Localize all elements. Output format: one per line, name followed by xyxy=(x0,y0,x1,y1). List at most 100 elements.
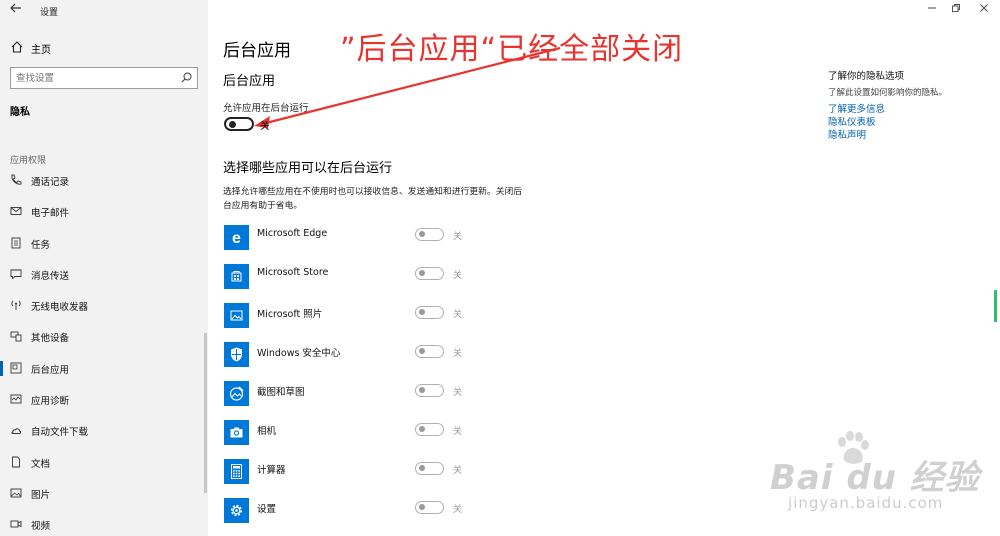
search-box[interactable] xyxy=(10,67,198,89)
app-toggle-settings[interactable] xyxy=(415,501,444,514)
sidebar-item-label: 后台应用 xyxy=(31,364,70,376)
back-button[interactable] xyxy=(6,2,26,20)
sidebar-item-pictures[interactable]: 图片 xyxy=(0,478,208,509)
app-toggle-calculator[interactable] xyxy=(415,462,444,475)
privacy-options-title: 了解你的隐私选项 xyxy=(828,71,905,82)
choose-apps-description: 选择允许哪些应用在不使用时也可以接收信息、发送通知和进行更新。关闭后台应用有助于… xyxy=(223,187,523,211)
sidebar-item-label: 通话记录 xyxy=(31,177,70,188)
section-title: 后台应用 xyxy=(223,74,276,89)
app-name: Microsoft 照片 xyxy=(257,309,323,320)
sidebar-item-auto-downloads[interactable]: 自动文件下载 xyxy=(0,415,208,446)
app-toggle-state: 关 xyxy=(453,505,463,515)
toggle-knob xyxy=(419,348,425,354)
allow-background-state: 关 xyxy=(260,121,270,132)
app-toggle-store[interactable] xyxy=(415,267,444,280)
sidebar-item-call-history[interactable]: 通话记录 xyxy=(0,165,208,196)
radio-icon xyxy=(11,300,21,311)
restore-icon xyxy=(952,4,960,12)
sidebar-item-radios[interactable]: 无线电收发器 xyxy=(0,290,208,321)
search-input[interactable] xyxy=(16,70,176,86)
search-icon xyxy=(181,72,192,83)
app-toggle-state: 关 xyxy=(453,310,463,320)
toggle-knob xyxy=(419,270,425,276)
document-icon xyxy=(12,456,20,468)
toggle-knob xyxy=(419,387,425,393)
maximize-button[interactable] xyxy=(948,3,964,17)
app-row-edge: e Microsoft Edge 关 xyxy=(223,222,483,261)
app-name: Windows 安全中心 xyxy=(257,348,341,359)
app-name: 相机 xyxy=(257,426,277,437)
calculator-icon xyxy=(224,459,249,484)
toggle-knob xyxy=(419,231,425,237)
main-scrollbar[interactable] xyxy=(994,290,997,322)
sidebar-nav: 通话记录 电子邮件 任务 消息传送 无线电收发器 其他设备 后台应用 应用诊断 … xyxy=(0,165,208,536)
app-toggle-photos[interactable] xyxy=(415,306,444,319)
sidebar-item-label: 文档 xyxy=(31,458,51,470)
home-label: 主页 xyxy=(31,45,51,56)
allow-background-label: 允许应用在后台运行 xyxy=(223,103,309,114)
sidebar-item-app-diagnostics[interactable]: 应用诊断 xyxy=(0,384,208,415)
cloud-icon xyxy=(11,428,22,435)
devices-icon xyxy=(10,332,22,342)
privacy-statement-link[interactable]: 隐私声明 xyxy=(828,127,866,141)
home-icon xyxy=(11,41,23,53)
app-row-calculator: 计算器 关 xyxy=(223,456,483,495)
toggle-knob xyxy=(419,309,425,315)
app-toggle-camera[interactable] xyxy=(415,423,444,436)
message-icon xyxy=(10,269,22,280)
app-name: Microsoft Edge xyxy=(257,228,328,239)
toggle-knob xyxy=(419,426,425,432)
sidebar-item-other-devices[interactable]: 其他设备 xyxy=(0,321,208,352)
diagnostics-icon xyxy=(10,394,22,404)
task-list-icon xyxy=(11,237,21,249)
sidebar-item-messaging[interactable]: 消息传送 xyxy=(0,259,208,290)
app-name: 设置 xyxy=(257,504,277,515)
camera-icon xyxy=(224,420,249,445)
app-row-camera: 相机 关 xyxy=(223,417,483,456)
photos-icon xyxy=(224,303,249,328)
watermark-logo: Bai du 经验 xyxy=(770,458,980,498)
allow-background-toggle[interactable] xyxy=(224,117,254,131)
sidebar-item-label: 其他设备 xyxy=(31,333,70,345)
choose-apps-title: 选择哪些应用可以在后台运行 xyxy=(223,161,393,176)
sidebar-item-videos[interactable]: 视频 xyxy=(0,509,208,536)
video-icon xyxy=(10,520,22,528)
sidebar-scrollbar[interactable] xyxy=(204,333,207,493)
sidebar-item-label: 视频 xyxy=(31,521,51,533)
shield-icon xyxy=(224,342,249,367)
close-button[interactable] xyxy=(976,3,992,17)
app-row-windows-security: Windows 安全中心 关 xyxy=(223,339,483,378)
app-toggle-state: 关 xyxy=(453,388,463,398)
toggle-knob xyxy=(419,504,425,510)
app-toggle-state: 关 xyxy=(453,427,463,437)
settings-window: 设置 主页 隐私 应用权限 通话记录 电子邮件 任务 xyxy=(0,0,1000,536)
sidebar-item-label: 无线电收发器 xyxy=(31,302,89,314)
minimize-button[interactable] xyxy=(924,3,940,17)
toggle-knob xyxy=(229,121,236,128)
watermark-url: jingyan.baidu.com xyxy=(788,494,944,512)
sidebar-item-label: 自动文件下载 xyxy=(31,427,89,439)
app-title: 设置 xyxy=(40,8,59,18)
annotation-arrow xyxy=(254,46,561,128)
privacy-dashboard-link[interactable]: 隐私仪表板 xyxy=(828,114,876,128)
app-name: 截图和草图 xyxy=(257,387,305,398)
sidebar-item-background-apps[interactable]: 后台应用 xyxy=(0,353,208,384)
edge-icon: e xyxy=(224,225,249,250)
close-icon xyxy=(980,4,988,12)
title-bar: 设置 xyxy=(0,0,208,24)
picture-icon xyxy=(10,488,22,498)
sidebar-item-email[interactable]: 电子邮件 xyxy=(0,196,208,227)
app-toggle-snip-sketch[interactable] xyxy=(415,384,444,397)
sidebar: 设置 主页 隐私 应用权限 通话记录 电子邮件 任务 xyxy=(0,0,208,536)
app-toggle-windows-security[interactable] xyxy=(415,345,444,358)
app-toggle-state: 关 xyxy=(453,271,463,281)
app-toggle-state: 关 xyxy=(453,466,463,476)
home-button[interactable]: 主页 xyxy=(0,36,208,60)
sidebar-item-tasks[interactable]: 任务 xyxy=(0,228,208,259)
sidebar-item-label: 消息传送 xyxy=(31,270,70,282)
sidebar-item-label: 图片 xyxy=(31,489,51,501)
learn-more-link[interactable]: 了解更多信息 xyxy=(828,101,885,115)
app-toggle-edge[interactable] xyxy=(415,228,444,241)
sidebar-item-documents[interactable]: 文档 xyxy=(0,447,208,478)
sidebar-item-label: 任务 xyxy=(31,239,51,251)
